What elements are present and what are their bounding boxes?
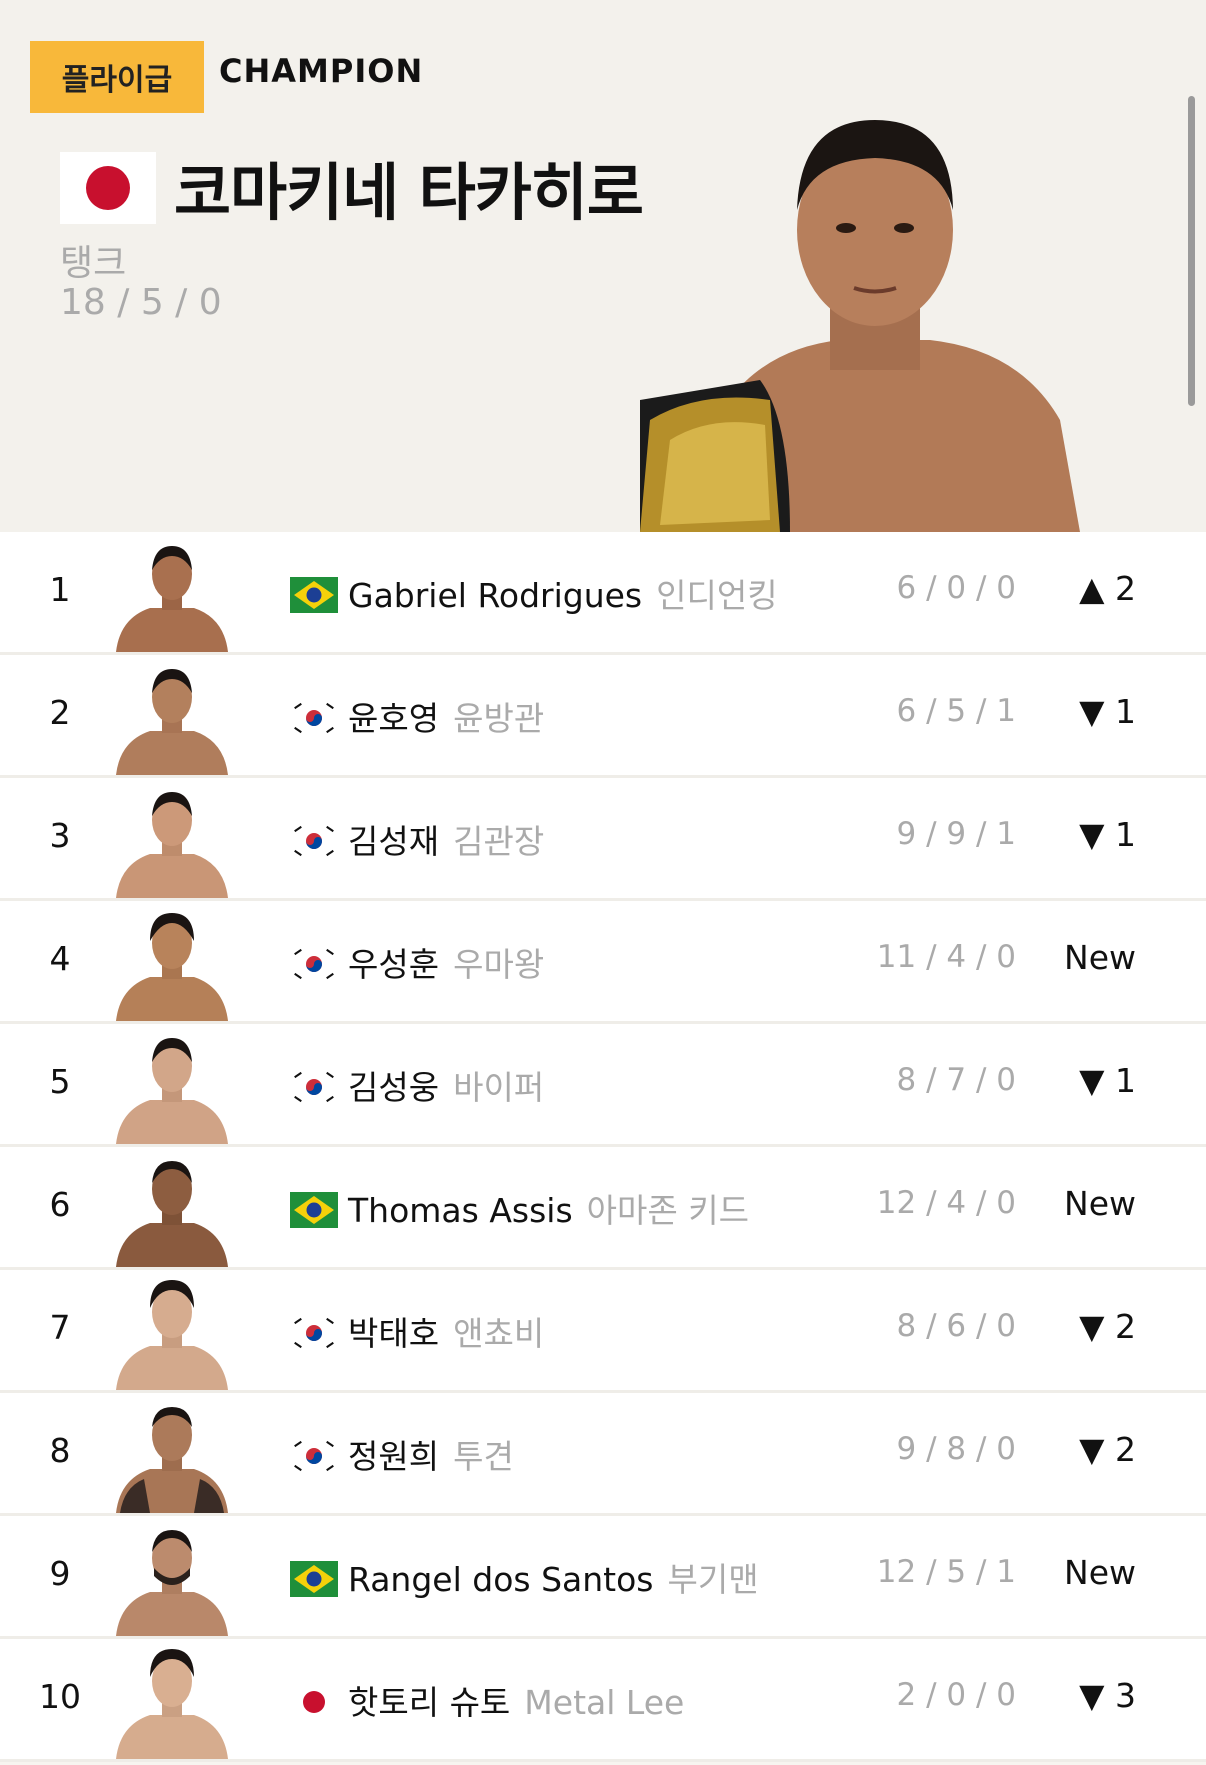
korea-flag-icon	[290, 1315, 338, 1351]
rank-change: New	[1064, 938, 1136, 977]
fighter-photo	[116, 792, 228, 898]
ranking-row-4[interactable]: 4 우성훈 우마왕 11 / 4 / 0 New	[0, 901, 1206, 1024]
ranking-row-10[interactable]: 10 핫토리 슈토 Metal Lee 2 / 0 / 0 ▼ 3	[0, 1639, 1206, 1762]
brazil-flag-icon	[290, 577, 338, 613]
fighter-name[interactable]: 우성훈 우마왕	[348, 938, 544, 986]
fighter-name[interactable]: 핫토리 슈토 Metal Lee	[348, 1676, 684, 1724]
fighter-nickname: 투견	[453, 1437, 514, 1476]
fighter-nickname: 우마왕	[453, 945, 545, 984]
brazil-flag-icon	[290, 1192, 338, 1228]
fighter-record: 6 / 0 / 0	[896, 570, 1016, 606]
champion-nickname: 탱크	[60, 243, 127, 284]
ranking-row-2[interactable]: 2 윤호영 윤방관 6 / 5 / 1 ▼ 1	[0, 655, 1206, 778]
fighter-nickname: 부기맨	[667, 1560, 759, 1599]
rank-change: New	[1064, 1184, 1136, 1223]
rank-change: ▼ 1	[1079, 1061, 1136, 1100]
fighter-name[interactable]: Rangel dos Santos 부기맨	[348, 1553, 759, 1601]
fighter-record: 12 / 4 / 0	[876, 1185, 1016, 1221]
ranking-row-1[interactable]: 1 Gabriel Rodrigues 인디언킹 6 / 0 / 0 ▲ 2	[0, 532, 1206, 655]
fighter-photo	[116, 1407, 228, 1513]
fighter-record: 8 / 6 / 0	[896, 1308, 1016, 1344]
japan-flag-icon	[290, 1684, 338, 1720]
fighter-photo	[116, 1161, 228, 1267]
champion-photo[interactable]	[640, 100, 1110, 532]
fighter-nickname: 인디언킹	[656, 576, 778, 615]
rank-change: ▼ 2	[1079, 1307, 1136, 1346]
fighter-nickname: 앤쵸비	[453, 1314, 545, 1353]
ranking-row-8[interactable]: 8 정원희 투견 9 / 8 / 0 ▼ 2	[0, 1393, 1206, 1516]
fighter-name[interactable]: 정원희 투견	[348, 1430, 514, 1478]
rank-change: ▼ 1	[1079, 815, 1136, 854]
fighter-photo	[116, 1280, 228, 1390]
rank-change: New	[1064, 1553, 1136, 1592]
champion-record: 18 / 5 / 0	[60, 282, 222, 323]
champion-label: CHAMPION	[219, 52, 424, 90]
fighter-photo	[116, 546, 228, 652]
fighter-record: 6 / 5 / 1	[896, 693, 1016, 729]
rank-change: ▼ 1	[1079, 692, 1136, 731]
ranking-row-6[interactable]: 6 Thomas Assis 아마존 키드 12 / 4 / 0 New	[0, 1147, 1206, 1270]
rank-number: 7	[49, 1308, 71, 1347]
brazil-flag-icon	[290, 1561, 338, 1597]
rank-change: ▼ 3	[1079, 1676, 1136, 1715]
rank-number: 3	[49, 816, 71, 855]
rank-number: 6	[49, 1185, 71, 1224]
rank-number: 4	[49, 939, 71, 978]
fighter-photo	[116, 913, 228, 1021]
ranking-row-3[interactable]: 3 김성재 김관장 9 / 9 / 1 ▼ 1	[0, 778, 1206, 901]
fighter-nickname: 윤방관	[453, 699, 545, 738]
ranking-row-7[interactable]: 7 박태호 앤쵸비 8 / 6 / 0 ▼ 2	[0, 1270, 1206, 1393]
fighter-record: 8 / 7 / 0	[896, 1062, 1016, 1098]
fighter-record: 9 / 9 / 1	[896, 816, 1016, 852]
fighter-name[interactable]: 윤호영 윤방관	[348, 692, 544, 740]
fighter-name[interactable]: Gabriel Rodrigues 인디언킹	[348, 569, 778, 617]
fighter-photo	[116, 1038, 228, 1144]
fighter-photo	[116, 1649, 228, 1759]
korea-flag-icon	[290, 1069, 338, 1105]
division-badge: 플라이급	[30, 41, 204, 113]
champion-card[interactable]: 플라이급 CHAMPION 코마키네 타카히로 탱크 18 / 5 / 0	[0, 0, 1206, 532]
rank-number: 8	[49, 1431, 71, 1470]
rank-number: 1	[49, 570, 71, 609]
ranking-row-5[interactable]: 5 김성웅 바이퍼 8 / 7 / 0 ▼ 1	[0, 1024, 1206, 1147]
fighter-nickname: Metal Lee	[524, 1683, 685, 1722]
rank-change: ▼ 2	[1079, 1430, 1136, 1469]
fighter-record: 2 / 0 / 0	[896, 1677, 1016, 1713]
fighter-name[interactable]: 김성웅 바이퍼	[348, 1061, 544, 1109]
rank-number: 9	[49, 1554, 71, 1593]
rank-number: 5	[49, 1062, 71, 1101]
rankings-list: 1 Gabriel Rodrigues인디언킹 6 / 0 / 0 ▲ 2 2	[0, 532, 1206, 1762]
scrollbar[interactable]	[1188, 96, 1195, 406]
fighter-nickname: 바이퍼	[453, 1068, 545, 1107]
rank-number: 2	[49, 693, 71, 732]
rank-number: 10	[39, 1677, 81, 1716]
fighter-name[interactable]: Thomas Assis 아마존 키드	[348, 1184, 749, 1232]
korea-flag-icon	[290, 823, 338, 859]
korea-flag-icon	[290, 946, 338, 982]
fighter-record: 9 / 8 / 0	[896, 1431, 1016, 1467]
champion-name[interactable]: 코마키네 타카히로	[174, 142, 644, 232]
fighter-nickname: 아마존 키드	[586, 1191, 749, 1230]
korea-flag-icon	[290, 1438, 338, 1474]
ranking-row-9[interactable]: 9 Rangel dos Santos 부기맨 12 / 5 / 1 New	[0, 1516, 1206, 1639]
fighter-photo	[116, 669, 228, 775]
fighter-name[interactable]: 김성재 김관장	[348, 815, 544, 863]
fighter-record: 12 / 5 / 1	[876, 1554, 1016, 1590]
fighter-photo	[116, 1530, 228, 1636]
korea-flag-icon	[290, 700, 338, 736]
japan-flag-icon	[60, 152, 156, 224]
fighter-name[interactable]: 박태호 앤쵸비	[348, 1307, 544, 1355]
fighter-nickname: 김관장	[453, 822, 545, 861]
fighter-record: 11 / 4 / 0	[876, 939, 1016, 975]
rank-change: ▲ 2	[1079, 569, 1136, 608]
